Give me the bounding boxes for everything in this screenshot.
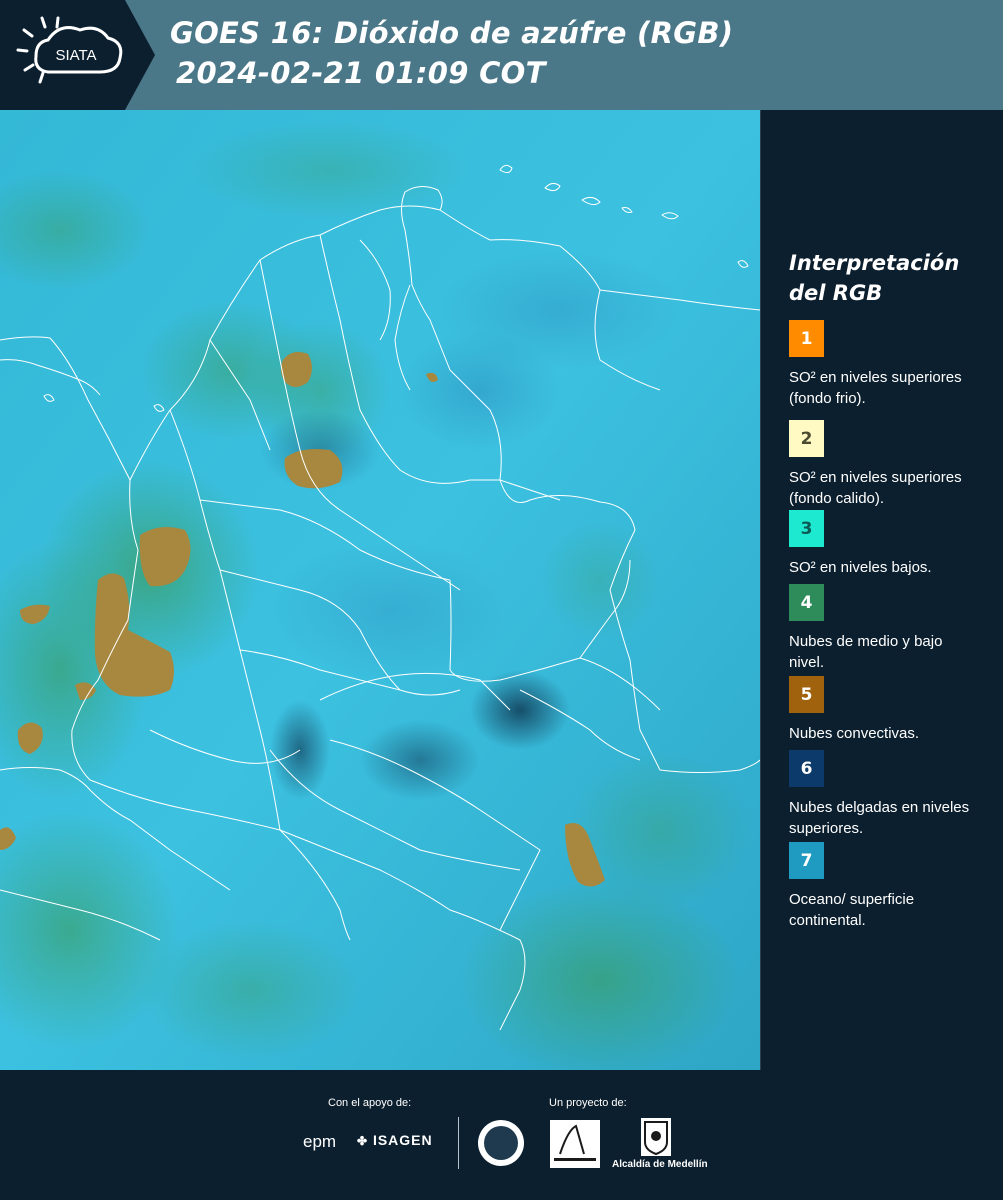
legend-item: 2 SO² en niveles superiores (fondo calido… xyxy=(789,420,999,509)
legend-description: SO² en niveles superiores (fondo calido)… xyxy=(789,469,962,507)
header-bar: SIATA GOES 16: Dióxido de azúfre (RGB) 2… xyxy=(0,0,1003,110)
support-label: Con el apoyo de: xyxy=(328,1097,412,1109)
legend-title: Interpretación del RGB xyxy=(789,248,989,308)
legend-panel: Interpretación del RGB 1 SO² en niveles s… xyxy=(760,110,1003,1070)
siata-logo: SIATA xyxy=(0,0,155,110)
legend-item: 1 SO² en niveles superiores (fondo frio). xyxy=(789,320,999,409)
logo-text: SIATA xyxy=(55,47,96,64)
page-title: GOES 16: Dióxido de azúfre (RGB) xyxy=(170,16,734,50)
legend-description: Nubes de medio y bajo nivel. xyxy=(789,633,943,671)
legend-swatch: 4 xyxy=(789,584,824,621)
isagen-logo: ✤ ISAGEN xyxy=(357,1132,433,1148)
legend-swatch: 1 xyxy=(789,320,824,357)
epm-logo: epm xyxy=(303,1132,337,1151)
metro-seal-icon xyxy=(478,1120,524,1166)
legend-item: 4 Nubes de medio y bajo nivel. xyxy=(789,584,999,673)
legend-swatch: 2 xyxy=(789,420,824,457)
timestamp: 2024-02-21 01:09 COT xyxy=(176,56,546,90)
legend-item: 6 Nubes delgadas en niveles superiores. xyxy=(789,750,999,839)
legend-swatch: 7 xyxy=(789,842,824,879)
legend-description: Nubes convectivas. xyxy=(789,725,920,742)
footer-divider xyxy=(458,1117,459,1169)
legend-swatch: 5 xyxy=(789,676,824,713)
area-metropolitana-logo xyxy=(550,1120,600,1168)
footer: Con el apoyo de: Un proyecto de: epm ✤ I… xyxy=(0,1070,1003,1200)
legend-swatch: 6 xyxy=(789,750,824,787)
legend-item: 7 Oceano/ superficie continental. xyxy=(789,842,999,931)
legend-description: SO² en niveles superiores (fondo frio). xyxy=(789,369,962,407)
legend-description: Nubes delgadas en niveles superiores. xyxy=(789,799,970,837)
legend-title-line2: del RGB xyxy=(789,281,883,305)
isagen-icon: ✤ xyxy=(357,1134,369,1148)
project-label: Un proyecto de: xyxy=(549,1097,627,1109)
satellite-map xyxy=(0,110,760,1070)
alcaldia-text: Alcaldía de Medellín xyxy=(612,1159,708,1170)
legend-title-line1: Interpretación xyxy=(789,251,960,275)
legend-description: SO² en niveles bajos. xyxy=(789,559,932,576)
alcaldia-shield-icon xyxy=(641,1118,671,1156)
legend-item: 5 Nubes convectivas. xyxy=(789,676,999,744)
legend-item: 3 SO² en niveles bajos. xyxy=(789,510,999,578)
isagen-text: ISAGEN xyxy=(372,1132,433,1148)
legend-description: Oceano/ superficie continental. xyxy=(789,891,915,929)
legend-swatch: 3 xyxy=(789,510,824,547)
